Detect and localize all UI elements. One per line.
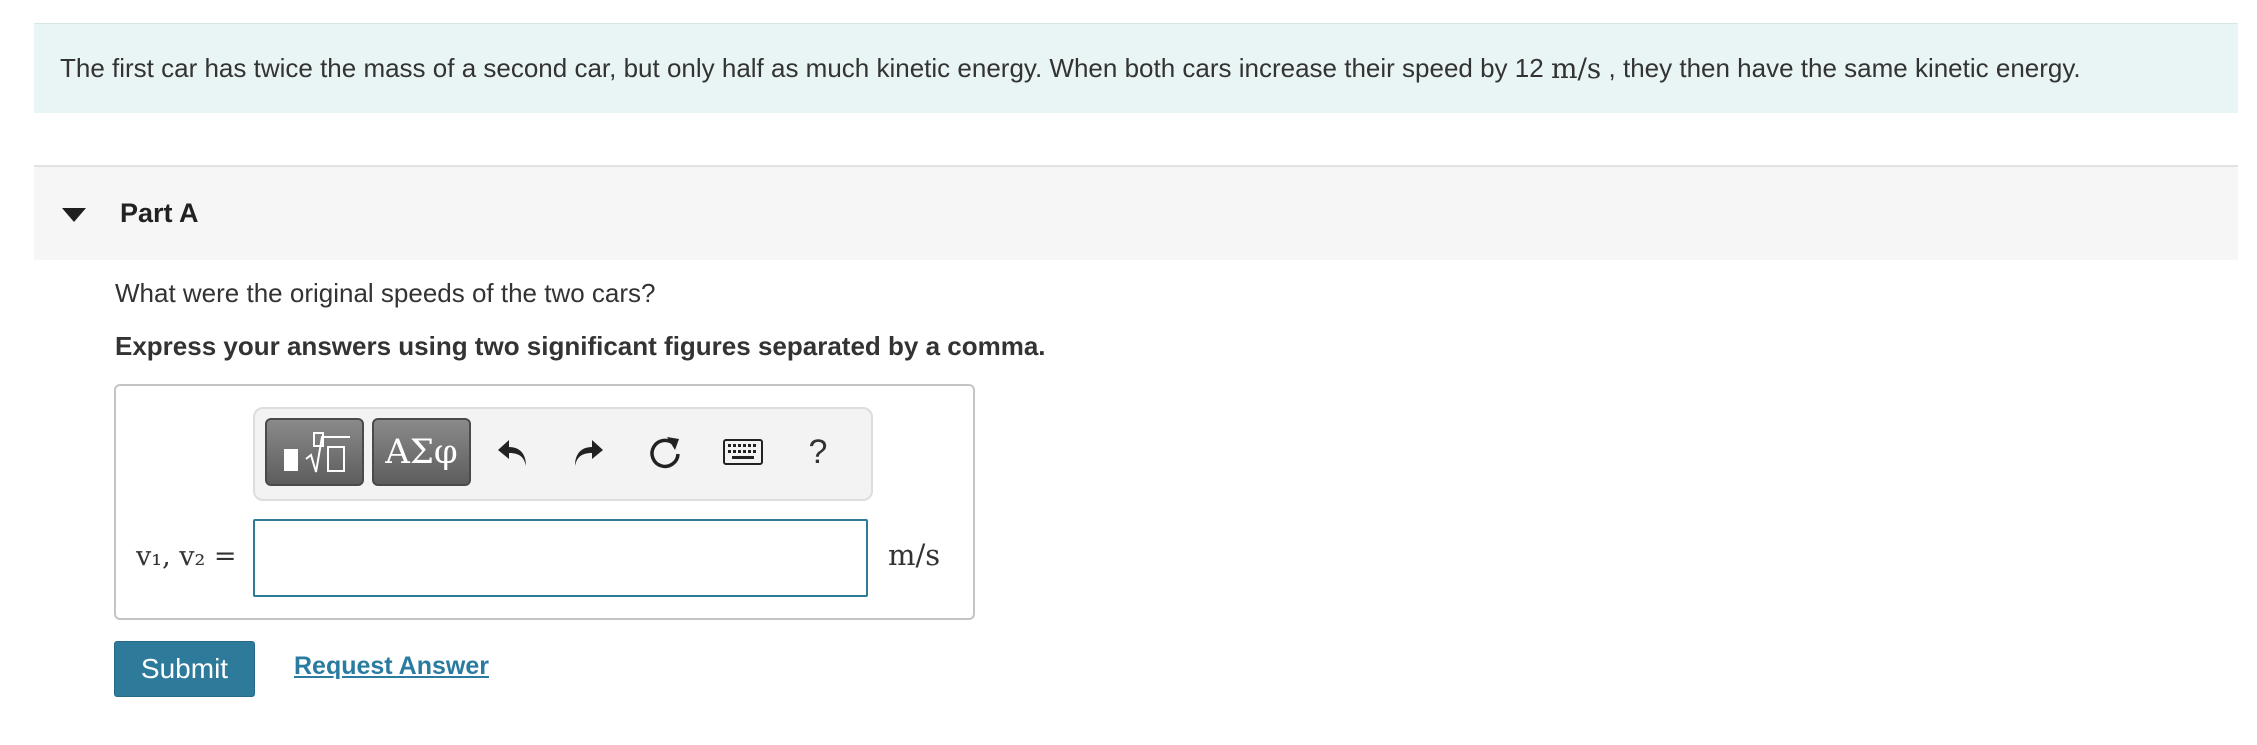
templates-button[interactable] xyxy=(265,418,364,486)
keyboard-button[interactable] xyxy=(720,429,766,475)
reset-icon xyxy=(650,437,680,469)
math-toolbar: ΑΣφ ? xyxy=(253,407,873,501)
templates-icon xyxy=(283,432,350,473)
caret-down-icon[interactable] xyxy=(62,208,86,222)
undo-button[interactable] xyxy=(490,429,536,475)
submit-button[interactable]: Submit xyxy=(114,641,255,697)
symbols-button[interactable]: ΑΣφ xyxy=(372,418,471,486)
intro-speed-unit: m/s xyxy=(1550,52,1602,85)
intro-text-after: , they then have the same kinetic energy… xyxy=(1608,53,2081,83)
variable-label: v₁, v₂ = xyxy=(136,541,237,572)
instruction-text: Express your answers using two significa… xyxy=(115,331,1046,361)
help-icon[interactable]: ? xyxy=(795,429,841,475)
part-title: Part A xyxy=(120,198,199,228)
part-header[interactable]: Part A xyxy=(34,165,2238,260)
request-answer-link[interactable]: Request Answer xyxy=(294,652,489,681)
answer-input[interactable] xyxy=(253,519,868,597)
undo-icon xyxy=(498,440,526,466)
redo-icon xyxy=(575,440,603,466)
question-text: What were the original speeds of the two… xyxy=(115,278,656,308)
problem-intro: The first car has twice the mass of a se… xyxy=(34,23,2238,113)
keyboard-icon xyxy=(723,439,763,465)
reset-button[interactable] xyxy=(642,429,688,475)
answer-box: ΑΣφ ? v₁, v₂ = m/s xyxy=(114,384,975,620)
unit-label: m/s xyxy=(888,538,941,572)
redo-button[interactable] xyxy=(565,429,611,475)
intro-text-before: The first car has twice the mass of a se… xyxy=(60,53,1544,83)
